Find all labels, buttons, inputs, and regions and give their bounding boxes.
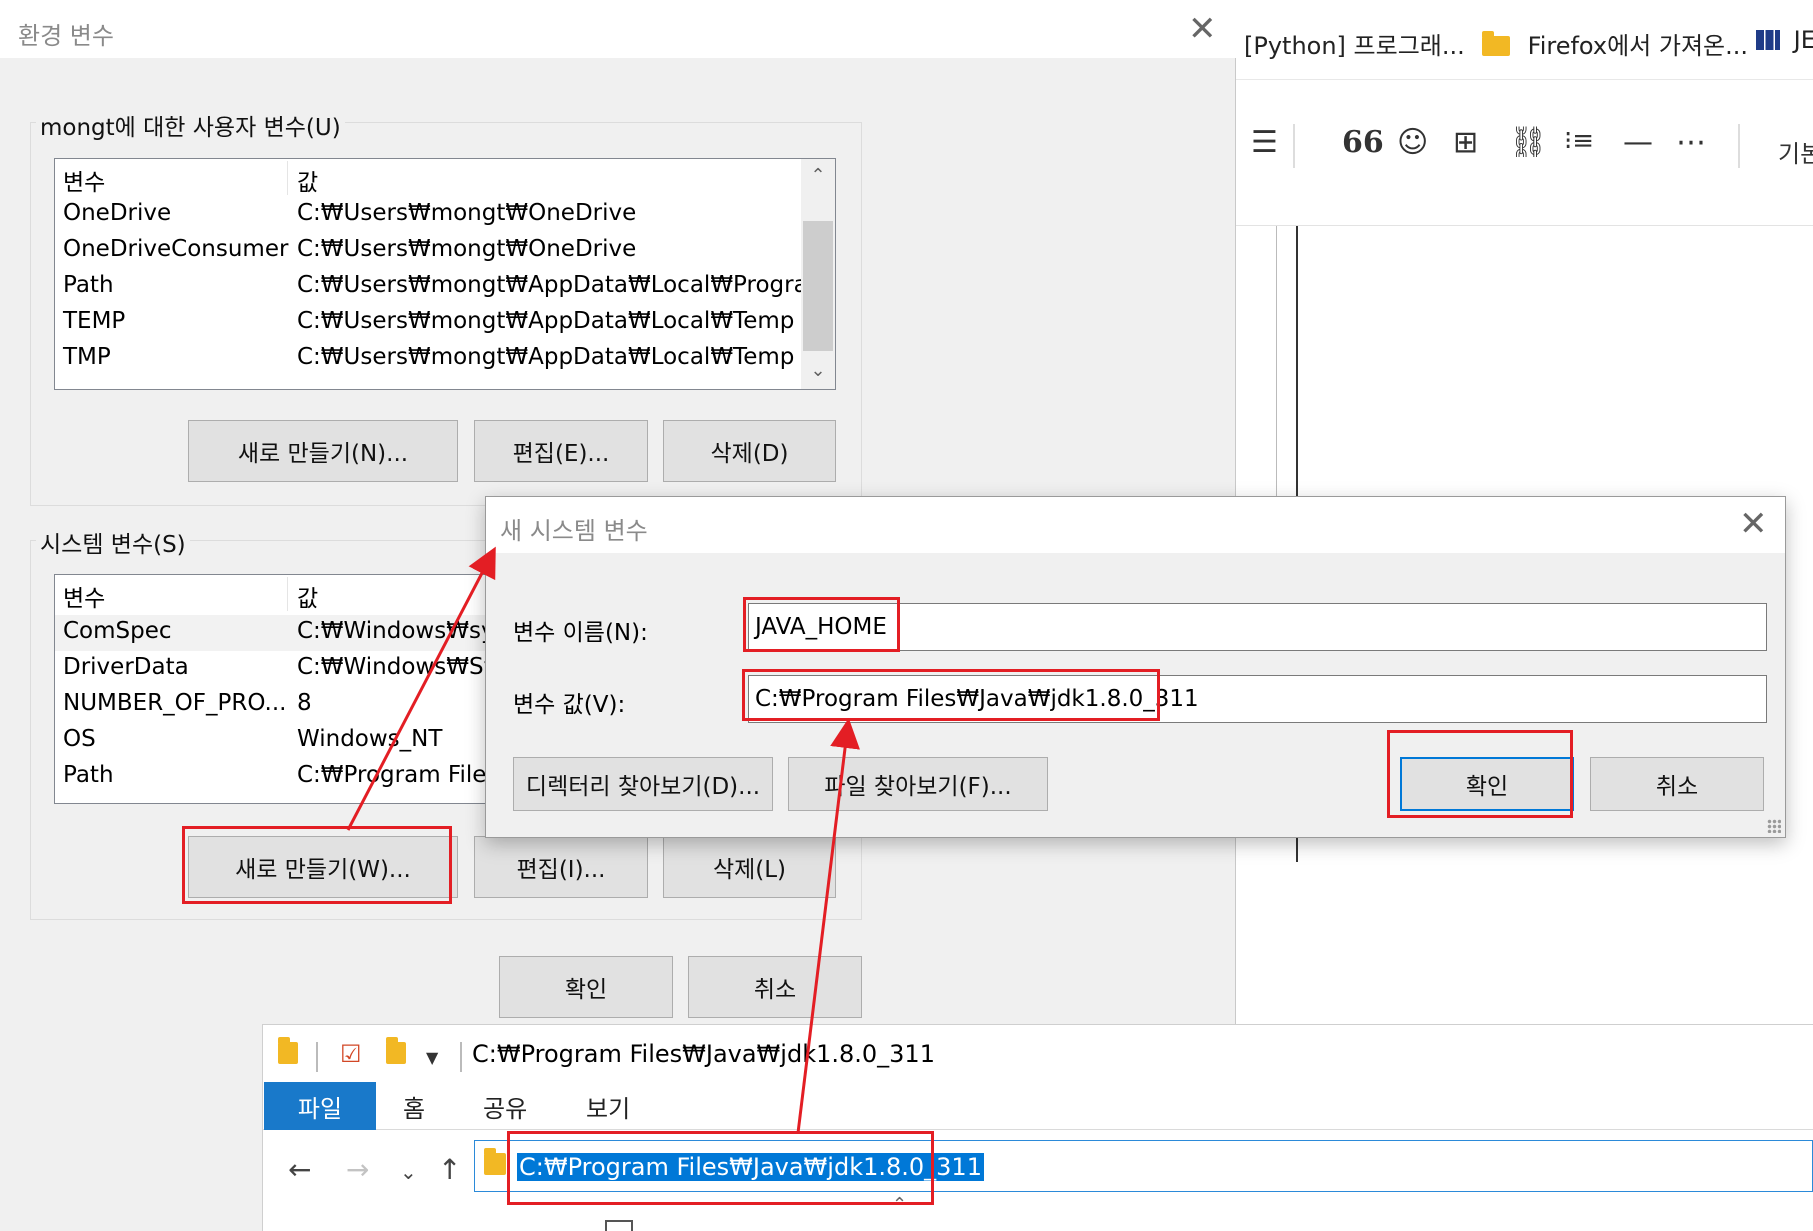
- annotation-arrow-path-to-value: [796, 718, 860, 1134]
- annotation-arrow-new-to-dialog: [346, 546, 496, 831]
- annotation-arrows: [346, 546, 860, 1134]
